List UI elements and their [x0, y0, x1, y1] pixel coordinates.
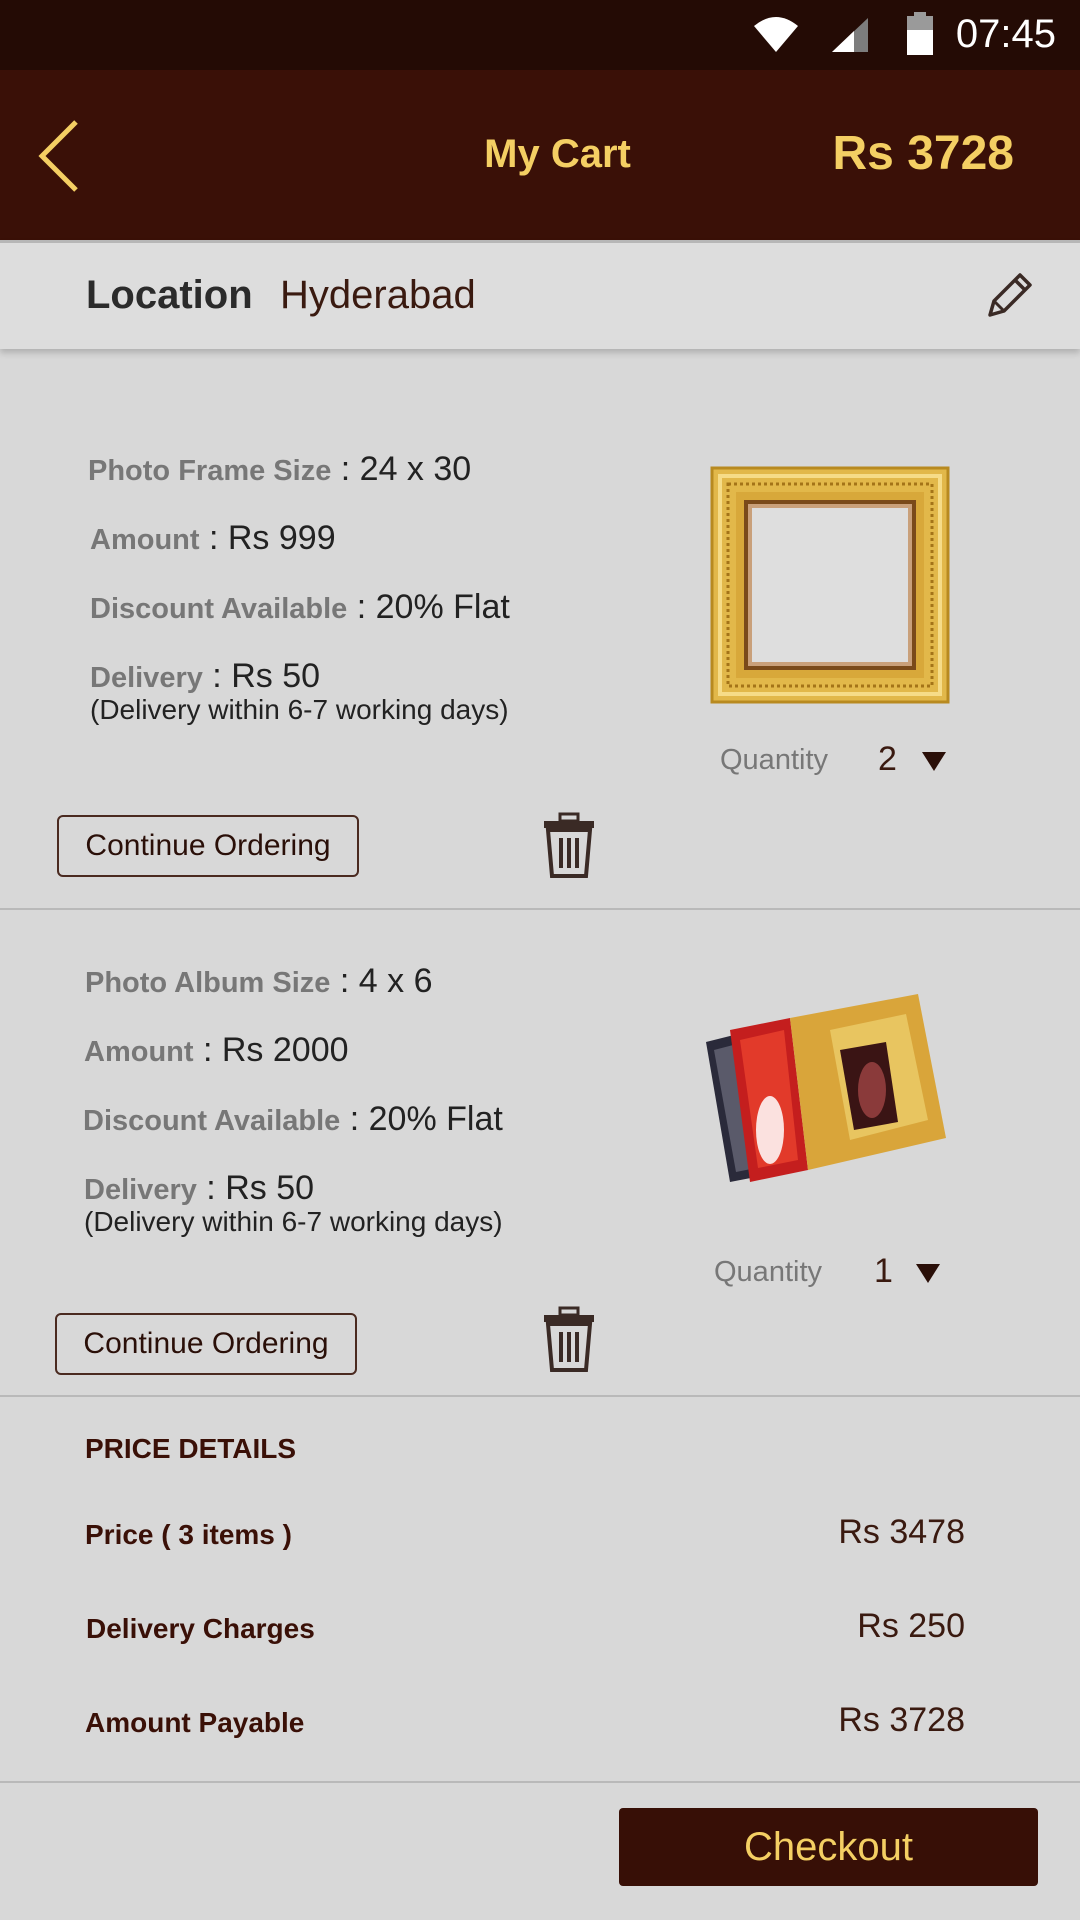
status-time: 07:45 [955, 12, 1056, 56]
delivery-note: (Delivery within 6-7 working days) [84, 1206, 503, 1237]
status-bar: 07:45 [0, 0, 1080, 70]
dropdown-arrow-icon [922, 752, 946, 771]
delivery-label: Delivery [90, 662, 203, 694]
pencil-edit-icon[interactable] [984, 269, 1036, 321]
price-value: Rs 3478 [838, 1513, 965, 1551]
price-label: Price ( 3 items ) [85, 1519, 292, 1550]
amount-payable-value: Rs 3728 [838, 1701, 965, 1739]
amount-value: : Rs 999 [199, 519, 336, 557]
delivery-charges-label: Delivery Charges [86, 1613, 315, 1644]
delivery-note: (Delivery within 6-7 working days) [90, 694, 509, 725]
discount-value: : 20% Flat [340, 1100, 503, 1138]
delivery-value: : Rs 50 [202, 657, 321, 695]
signal-icon [832, 18, 868, 52]
item-discount: Discount Available : 20% Flat [90, 588, 510, 627]
continue-ordering-button[interactable]: Continue Ordering [57, 815, 359, 877]
item-size: Photo Album Size : 4 x 6 [85, 962, 433, 1001]
item-delivery: Delivery : Rs 50 [84, 1169, 314, 1208]
trash-icon[interactable] [542, 812, 596, 878]
quantity-selector[interactable]: 1 [864, 1248, 944, 1296]
discount-value: : 20% Flat [347, 588, 510, 626]
continue-ordering-button[interactable]: Continue Ordering [55, 1313, 357, 1375]
price-details: PRICE DETAILS Price ( 3 items ) Rs 3478 … [0, 1397, 1080, 1781]
wedding-photo-album-image [706, 994, 946, 1182]
item-discount: Discount Available : 20% Flat [83, 1100, 503, 1139]
quantity-value: 1 [874, 1252, 893, 1290]
amount-value: : Rs 2000 [193, 1031, 349, 1069]
location-bar: Location Hyderabad [0, 240, 1080, 349]
quantity-selector[interactable]: 2 [870, 736, 950, 784]
location-value: Hyderabad [280, 273, 476, 317]
item-amount: Amount : Rs 999 [90, 519, 336, 558]
quantity-label: Quantity [714, 1256, 822, 1288]
battery-icon [907, 12, 933, 55]
item-delivery: Delivery : Rs 50 [90, 657, 320, 696]
discount-label: Discount Available [90, 593, 348, 625]
delivery-charges-value: Rs 250 [857, 1607, 965, 1645]
amount-label: Amount [90, 524, 200, 556]
size-value: : 4 x 6 [330, 962, 433, 1000]
size-value: : 24 x 30 [331, 450, 472, 488]
quantity-label: Quantity [720, 744, 828, 776]
amount-label: Amount [84, 1036, 194, 1068]
delivery-value: : Rs 50 [196, 1169, 315, 1207]
item-size: Photo Frame Size : 24 x 30 [88, 450, 471, 489]
checkout-button[interactable]: Checkout [619, 1808, 1038, 1886]
location-label: Location [86, 273, 253, 317]
wifi-icon [754, 17, 798, 52]
price-details-heading: PRICE DETAILS [85, 1433, 297, 1464]
amount-payable-label: Amount Payable [85, 1707, 305, 1738]
app-header: My Cart Rs 3728 [0, 70, 1080, 240]
item-amount: Amount : Rs 2000 [84, 1031, 349, 1070]
gold-photo-frame-image [710, 466, 950, 704]
delivery-label: Delivery [84, 1174, 197, 1206]
quantity-value: 2 [878, 740, 897, 778]
cart-item: Photo Album Size : 4 x 6 Amount : Rs 200… [0, 910, 1080, 1396]
size-label: Photo Frame Size [88, 455, 332, 487]
size-label: Photo Album Size [85, 967, 331, 999]
cart-item: Photo Frame Size : 24 x 30 Amount : Rs 9… [0, 346, 1080, 910]
cart-total: Rs 3728 [832, 127, 1014, 180]
discount-label: Discount Available [83, 1105, 341, 1137]
footer-divider [0, 1781, 1080, 1783]
trash-icon[interactable] [542, 1306, 596, 1372]
dropdown-arrow-icon [916, 1264, 940, 1283]
